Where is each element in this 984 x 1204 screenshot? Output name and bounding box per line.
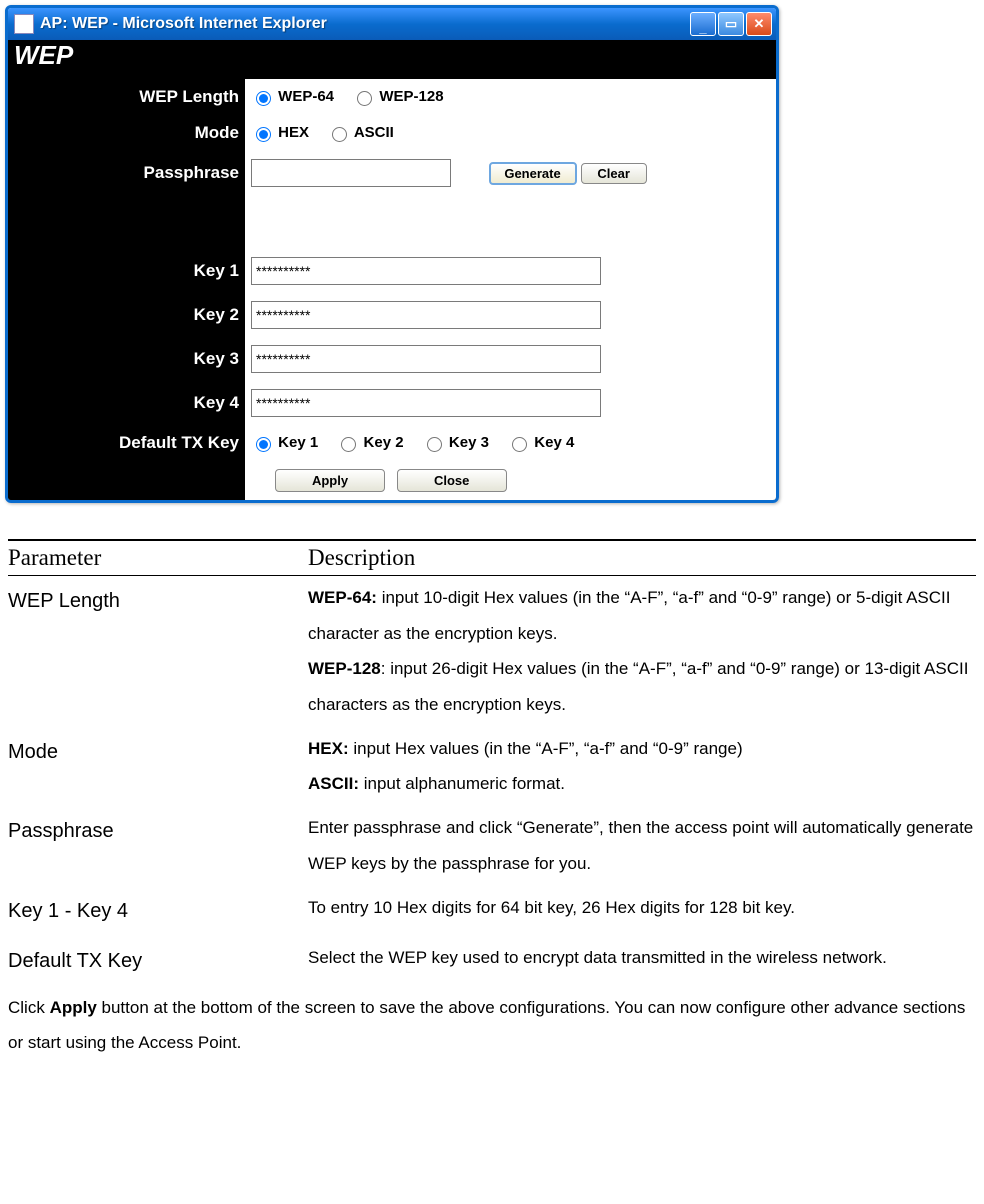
option-hex[interactable]: HEX — [278, 124, 309, 141]
footnote: Click Apply button at the bottom of the … — [0, 990, 984, 1061]
radio-hex[interactable] — [256, 127, 271, 142]
label-passphrase: Passphrase — [8, 151, 245, 195]
option-tx-key1[interactable]: Key 1 — [278, 434, 318, 451]
close-window-button[interactable]: ✕ — [746, 12, 772, 36]
window-buttons: _ ▭ ✕ — [690, 12, 772, 36]
apply-button[interactable]: Apply — [275, 469, 385, 492]
description-section: Parameter Description WEP Length WEP-64:… — [8, 539, 976, 986]
key4-input[interactable] — [251, 389, 601, 417]
param-mode: Mode — [8, 727, 308, 806]
radio-tx-key2[interactable] — [341, 437, 356, 452]
desc-wep-length: WEP-64: input 10-digit Hex values (in th… — [308, 576, 976, 727]
radio-wep128[interactable] — [357, 91, 372, 106]
maximize-button[interactable]: ▭ — [718, 12, 744, 36]
option-wep128[interactable]: WEP-128 — [379, 88, 443, 105]
desc-default-tx: Select the WEP key used to encrypt data … — [308, 936, 976, 986]
content-area: WEP WEP Length WEP-64 WEP-128 Mode HEX A… — [8, 40, 776, 500]
key2-input[interactable] — [251, 301, 601, 329]
label-key4: Key 4 — [8, 381, 245, 425]
titlebar[interactable]: AP: WEP - Microsoft Internet Explorer _ … — [8, 8, 776, 40]
radio-tx-key3[interactable] — [427, 437, 442, 452]
option-wep64[interactable]: WEP-64 — [278, 88, 334, 105]
option-ascii[interactable]: ASCII — [354, 124, 394, 141]
desc-keys: To entry 10 Hex digits for 64 bit key, 2… — [308, 886, 976, 936]
radio-tx-key1[interactable] — [256, 437, 271, 452]
clear-button[interactable]: Clear — [581, 163, 647, 184]
page-title: WEP — [8, 40, 776, 79]
app-icon — [14, 14, 34, 34]
header-parameter: Parameter — [8, 540, 308, 576]
passphrase-input[interactable] — [251, 159, 451, 187]
param-passphrase: Passphrase — [8, 806, 308, 885]
generate-button[interactable]: Generate — [489, 162, 577, 185]
option-tx-key4[interactable]: Key 4 — [534, 434, 574, 451]
radio-ascii[interactable] — [332, 127, 347, 142]
label-key2: Key 2 — [8, 293, 245, 337]
close-button[interactable]: Close — [397, 469, 507, 492]
minimize-button[interactable]: _ — [690, 12, 716, 36]
radio-tx-key4[interactable] — [512, 437, 527, 452]
option-tx-key3[interactable]: Key 3 — [449, 434, 489, 451]
wep-form: WEP WEP Length WEP-64 WEP-128 Mode HEX A… — [8, 40, 776, 500]
desc-mode: HEX: input Hex values (in the “A-F”, “a-… — [308, 727, 976, 806]
param-keys: Key 1 - Key 4 — [8, 886, 308, 936]
label-key1: Key 1 — [8, 249, 245, 293]
key1-input[interactable] — [251, 257, 601, 285]
key3-input[interactable] — [251, 345, 601, 373]
param-default-tx: Default TX Key — [8, 936, 308, 986]
header-description: Description — [308, 540, 976, 576]
label-default-tx: Default TX Key — [8, 425, 245, 461]
description-table: Parameter Description WEP Length WEP-64:… — [8, 539, 976, 986]
label-mode: Mode — [8, 115, 245, 151]
radio-wep64[interactable] — [256, 91, 271, 106]
desc-passphrase: Enter passphrase and click “Generate”, t… — [308, 806, 976, 885]
ie-window: AP: WEP - Microsoft Internet Explorer _ … — [5, 5, 779, 503]
label-key3: Key 3 — [8, 337, 245, 381]
option-tx-key2[interactable]: Key 2 — [364, 434, 404, 451]
label-wep-length: WEP Length — [8, 79, 245, 115]
param-wep-length: WEP Length — [8, 576, 308, 727]
window-title: AP: WEP - Microsoft Internet Explorer — [40, 15, 327, 33]
